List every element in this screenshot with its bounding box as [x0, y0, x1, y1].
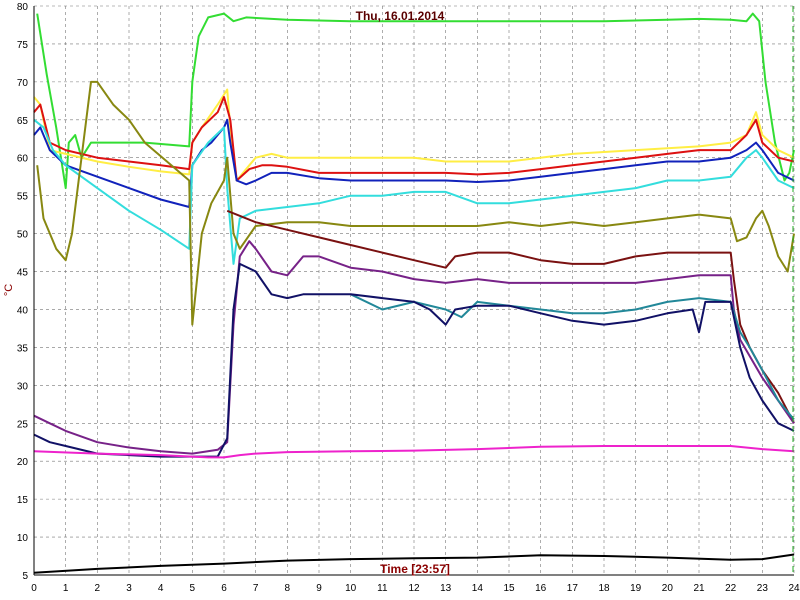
- y-tick-label: 35: [17, 343, 29, 354]
- temperature-chart: 0 1 2 3 4 5 6 7 8 9 10 11 12 13 14 15 16 17 18 19 20 21 22 23 24…: [0, 0, 800, 600]
- y-tick-label: 25: [17, 419, 29, 430]
- x-tick-label: 3: [126, 583, 132, 594]
- x-tick-label: 9: [316, 583, 322, 594]
- y-tick-label: 70: [17, 78, 29, 89]
- y-tick-label: 30: [17, 381, 29, 392]
- y-tick-label: 5: [22, 571, 28, 582]
- x-tick-label: 4: [158, 583, 164, 594]
- x-tick-label: 7: [253, 583, 259, 594]
- chart-title: Thu, 16.01.2014: [356, 9, 445, 23]
- x-tick-label: 10: [345, 583, 357, 594]
- x-tick-label: 2: [95, 583, 101, 594]
- y-tick-label: 10: [17, 533, 29, 544]
- x-tick-label: 6: [221, 583, 227, 594]
- y-tick-label: 80: [17, 2, 29, 13]
- x-tick-label: 22: [725, 583, 737, 594]
- y-tick-label: 60: [17, 154, 29, 165]
- x-tick-label: 15: [503, 583, 515, 594]
- y-tick-label: 50: [17, 230, 29, 241]
- y-tick-label: 15: [17, 495, 29, 506]
- x-tick-label: 12: [408, 583, 420, 594]
- x-tick-label: 21: [693, 583, 705, 594]
- y-tick-label: 45: [17, 268, 29, 279]
- y-tick-label: 75: [17, 40, 29, 51]
- y-tick-label: 55: [17, 192, 29, 203]
- x-tick-label: 23: [757, 583, 769, 594]
- x-tick-label: 8: [285, 583, 291, 594]
- x-tick-label: 24: [788, 583, 800, 594]
- x-tick-label: 19: [630, 583, 642, 594]
- y-axis-label: °C: [3, 284, 15, 296]
- x-tick-label: 0: [31, 583, 37, 594]
- y-tick-label: 20: [17, 457, 29, 468]
- x-tick-label: 18: [598, 583, 610, 594]
- x-tick-label: 13: [440, 583, 452, 594]
- x-tick-label: 5: [190, 583, 196, 594]
- x-tick-label: 1: [63, 583, 69, 594]
- x-tick-label: 20: [662, 583, 674, 594]
- x-tick-label: 17: [567, 583, 579, 594]
- x-tick-label: 14: [472, 583, 484, 594]
- y-tick-label: 40: [17, 305, 29, 316]
- x-axis-label: Time [23:57]: [380, 562, 450, 576]
- x-tick-label: 11: [377, 583, 388, 594]
- y-tick-label: 65: [17, 116, 29, 127]
- x-tick-label: 16: [535, 583, 547, 594]
